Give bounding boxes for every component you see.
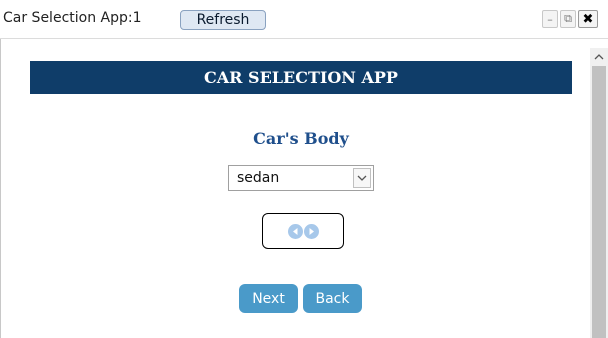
car-body-label: Car's Body bbox=[253, 129, 349, 148]
arrow-right-circle-icon[interactable] bbox=[303, 223, 319, 239]
scroll-up-icon[interactable] bbox=[590, 48, 608, 64]
arrow-left-circle-icon[interactable] bbox=[287, 223, 303, 239]
window-title: Car Selection App:1 bbox=[3, 10, 142, 26]
window-title-bar: Car Selection App:1 Refresh – ⧉ ✖ bbox=[0, 0, 608, 39]
chevron-down-icon[interactable] bbox=[353, 168, 371, 188]
app-title: CAR SELECTION APP bbox=[204, 68, 398, 87]
next-button[interactable]: Next bbox=[239, 284, 298, 313]
car-body-select[interactable]: sedan bbox=[228, 165, 374, 191]
minimize-icon[interactable]: – bbox=[542, 10, 558, 28]
close-icon[interactable]: ✖ bbox=[578, 10, 598, 28]
back-button[interactable]: Back bbox=[303, 284, 362, 313]
app-header: CAR SELECTION APP bbox=[30, 61, 572, 94]
refresh-button[interactable]: Refresh bbox=[180, 10, 266, 30]
window-left-border bbox=[0, 39, 1, 338]
image-navigator bbox=[262, 213, 344, 249]
scrollbar-thumb[interactable] bbox=[592, 66, 606, 338]
car-body-selected-value: sedan bbox=[237, 170, 280, 186]
popout-icon[interactable]: ⧉ bbox=[560, 10, 576, 28]
vertical-scrollbar[interactable] bbox=[590, 48, 608, 338]
